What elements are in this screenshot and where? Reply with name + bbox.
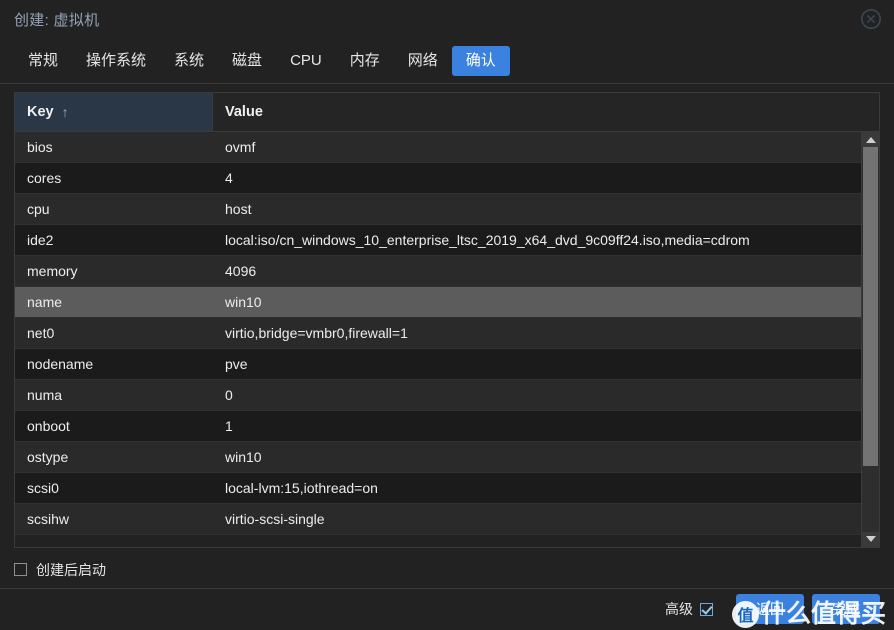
tab-confirm[interactable]: 确认 — [451, 45, 510, 76]
dialog-title: 创建: 虚拟机 — [14, 11, 100, 29]
cell-key: net0 — [27, 325, 55, 341]
finish-button[interactable]: 完成 — [812, 594, 880, 625]
cell-value: pve — [225, 356, 248, 372]
sort-ascending-icon: ↑ — [61, 104, 69, 120]
start-after-create-label: 创建后启动 — [36, 561, 106, 578]
cell-key: name — [27, 294, 63, 310]
table-row[interactable]: bios ovmf — [15, 132, 861, 163]
table-row[interactable]: name win10 — [15, 287, 861, 318]
cell-key: scsihw — [27, 511, 70, 527]
back-button[interactable]: 返回 — [736, 594, 804, 625]
column-header-value[interactable]: Value — [213, 93, 879, 131]
dialog-footer: 高级 返回 完成 值 什么值得买 — [0, 589, 894, 630]
table-row[interactable]: scsi0 local-lvm:15,iothread=on — [15, 473, 861, 504]
table-row[interactable]: ide2 local:iso/cn_windows_10_enterprise_l… — [15, 225, 861, 256]
create-vm-dialog: 创建: 虚拟机 常规 操作系统 系统 磁盘 CPU 内存 网络 确认 Key ↑… — [0, 0, 894, 630]
advanced-toggle[interactable]: 高级 — [665, 599, 722, 619]
tab-network[interactable]: 网络 — [394, 46, 452, 76]
tab-system[interactable]: 系统 — [160, 46, 218, 76]
summary-grid: Key ↑ Value bios ovmf cores 4 cpu host ide2 loc… — [14, 92, 880, 548]
grid-body-wrapper: bios ovmf cores 4 cpu host ide2 local:iso/cn_wi… — [15, 132, 879, 547]
grid-body: bios ovmf cores 4 cpu host ide2 local:iso/cn_wi… — [15, 132, 861, 547]
cell-value: local:iso/cn_windows_10_enterprise_ltsc_… — [225, 232, 750, 248]
table-row[interactable]: memory 4096 — [15, 256, 861, 287]
cell-value: local-lvm:15,iothread=on — [225, 480, 378, 496]
column-header-key-label: Key — [27, 104, 54, 120]
advanced-checkbox[interactable] — [700, 602, 713, 616]
cell-key: nodename — [27, 356, 94, 372]
tab-os[interactable]: 操作系统 — [72, 46, 160, 76]
cell-key: cores — [27, 170, 62, 186]
cell-value: host — [225, 201, 252, 217]
cell-value: 0 — [225, 387, 233, 403]
cell-key: ide2 — [27, 232, 54, 248]
cell-value: 4 — [225, 170, 233, 186]
table-row[interactable]: onboot 1 — [15, 411, 861, 442]
scroll-up-icon[interactable] — [862, 132, 879, 147]
tab-memory[interactable]: 内存 — [336, 46, 394, 76]
column-header-value-label: Value — [225, 104, 263, 120]
cell-value: 4096 — [225, 263, 257, 279]
table-row[interactable]: nodename pve — [15, 349, 861, 380]
cell-key: ostype — [27, 449, 69, 465]
table-row[interactable]: numa 0 — [15, 380, 861, 411]
cell-value: ovmf — [225, 139, 256, 155]
tab-cpu[interactable]: CPU — [276, 46, 336, 76]
start-after-create-row: 创建后启动 — [0, 552, 894, 589]
cell-key: bios — [27, 139, 53, 155]
vertical-scrollbar[interactable] — [861, 132, 879, 547]
cell-value: virtio,bridge=vmbr0,firewall=1 — [225, 325, 408, 341]
advanced-label: 高级 — [665, 601, 693, 618]
start-after-create-checkbox[interactable] — [14, 563, 27, 576]
cell-value: virtio-scsi-single — [225, 511, 325, 527]
close-icon[interactable] — [857, 5, 885, 33]
table-row[interactable]: net0 virtio,bridge=vmbr0,firewall=1 — [15, 318, 861, 349]
cell-key: numa — [27, 387, 63, 403]
cell-value: win10 — [225, 294, 262, 310]
scrollbar-track[interactable] — [862, 147, 879, 532]
table-row[interactable]: scsihw virtio-scsi-single — [15, 504, 861, 535]
scrollbar-thumb[interactable] — [863, 147, 878, 467]
wizard-tabbar: 常规 操作系统 系统 磁盘 CPU 内存 网络 确认 — [0, 38, 894, 84]
scroll-down-icon[interactable] — [862, 531, 879, 547]
cell-key: cpu — [27, 201, 50, 217]
tab-disks[interactable]: 磁盘 — [218, 46, 276, 76]
table-row[interactable]: cpu host — [15, 194, 861, 225]
table-row[interactable]: cores 4 — [15, 163, 861, 194]
cell-value: win10 — [225, 449, 262, 465]
cell-key: onboot — [27, 418, 70, 434]
cell-key: memory — [27, 263, 78, 279]
cell-key: scsi0 — [27, 480, 59, 496]
dialog-titlebar: 创建: 虚拟机 — [0, 0, 894, 38]
tab-general[interactable]: 常规 — [14, 46, 72, 76]
table-row[interactable]: ostype win10 — [15, 442, 861, 473]
cell-value: 1 — [225, 418, 233, 434]
grid-header-row: Key ↑ Value — [15, 93, 879, 132]
column-header-key[interactable]: Key ↑ — [15, 93, 213, 131]
